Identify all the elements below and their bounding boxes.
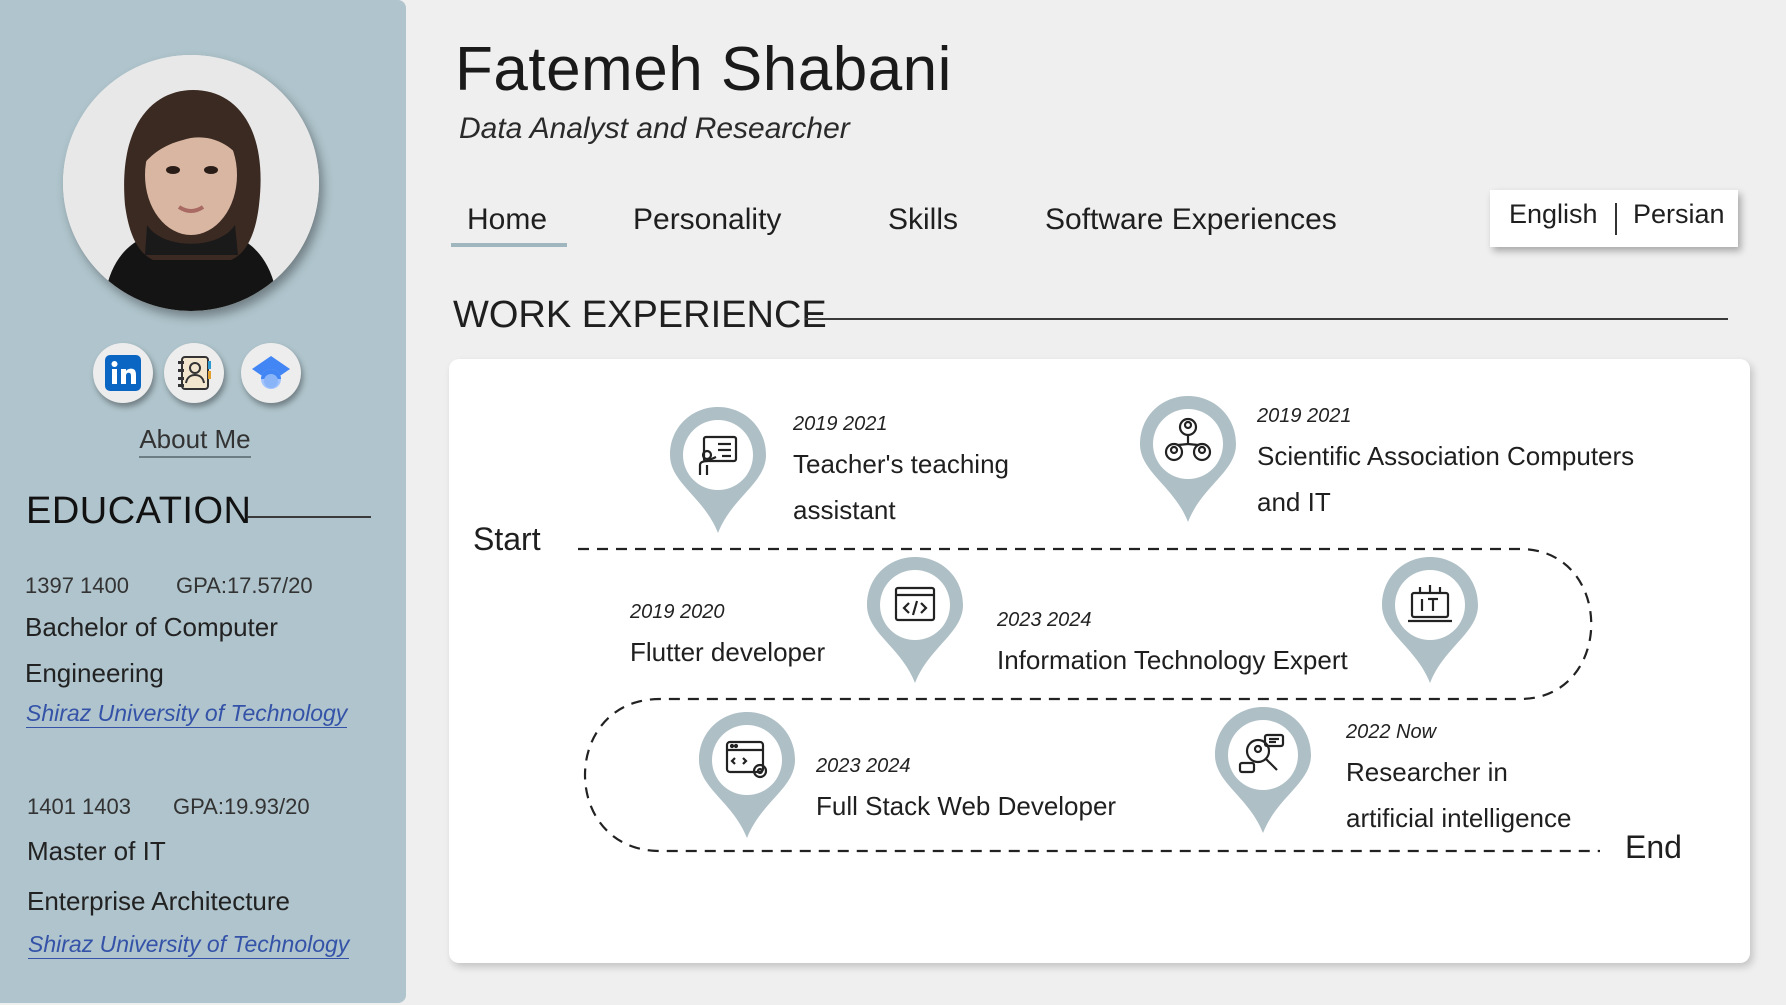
timeline-pin [697, 710, 797, 840]
job-years: 2022 Now [1346, 721, 1437, 743]
job-years: 2023 2024 [816, 755, 911, 777]
timeline-start-label: Start [473, 521, 541, 557]
job-title-line: Scientific Association Computers [1257, 441, 1635, 471]
job-title-line: Flutter developer [630, 637, 826, 667]
timeline-pin [1138, 394, 1238, 524]
job-years: 2019 2021 [1257, 405, 1352, 427]
job-title-line: Researcher in [1346, 757, 1508, 787]
job-title: Information Technology Expert [997, 637, 1348, 683]
job-title-line: artificial intelligence [1346, 803, 1572, 833]
job-title: Teacher's teaching assistant [793, 441, 1009, 533]
job-title-line: Teacher's teaching [793, 449, 1009, 479]
timeline-pin [865, 555, 965, 685]
timeline-pin [668, 405, 768, 535]
job-title: Scientific Association Computers and IT [1257, 433, 1634, 525]
job-years: 2023 2024 [997, 609, 1092, 631]
job-title: Researcher in artificial intelligence [1346, 749, 1571, 841]
timeline-pin [1213, 705, 1313, 835]
timeline-pin [1380, 555, 1480, 685]
job-title-line: Information Technology Expert [997, 645, 1348, 675]
job-title: Full Stack Web Developer [816, 783, 1116, 829]
job-years: 2019 2021 [793, 413, 888, 435]
job-title-line: assistant [793, 495, 896, 525]
job-years: 2019 2020 [630, 601, 725, 623]
job-title-line: Full Stack Web Developer [816, 791, 1117, 821]
timeline-end-label: End [1625, 829, 1682, 865]
job-title-line: and IT [1257, 487, 1331, 517]
job-title: Flutter developer [630, 629, 825, 675]
